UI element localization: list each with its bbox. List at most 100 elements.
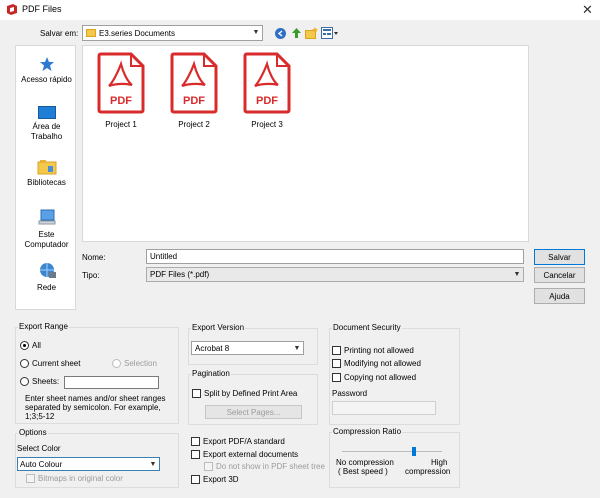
chevron-down-icon: ▼ [513,271,521,278]
file-type-value: PDF Files (*.pdf) [150,270,210,279]
export-version-combo[interactable]: Acrobat 8 ▼ [191,341,304,355]
no-compression-label: No compression [336,458,394,467]
file-type-combo[interactable]: PDF Files (*.pdf) ▼ [146,267,524,282]
new-folder-button[interactable] [305,27,318,39]
views-menu-button[interactable] [321,27,339,39]
select-color-combo[interactable]: Auto Colour ▼ [17,457,160,471]
export-version-value: Acrobat 8 [195,344,230,353]
document-security-group: Document Security Printing not allowed M… [329,323,460,425]
network-icon [39,263,56,278]
radio-selection[interactable] [112,359,121,368]
close-button[interactable]: ✕ [575,0,600,20]
group-title: Pagination [191,369,231,378]
radio-all[interactable] [20,341,29,350]
file-item[interactable]: PDF Project 2 [164,52,224,129]
export-pdfa-checkbox[interactable] [191,437,200,446]
export-external-checkbox[interactable] [191,450,200,459]
group-title: Compression Ratio [332,427,403,436]
file-name-label: Nome: [82,253,106,262]
pdf-file-icon: PDF [170,52,218,114]
pdf-file-icon: PDF [243,52,291,114]
bitmaps-checkbox[interactable] [26,474,35,483]
save-in-label: Salvar em: [40,29,79,38]
compression-slider-track[interactable] [342,451,442,452]
libraries-icon [37,160,56,175]
password-label: Password [332,389,368,398]
group-title: Export Version [191,323,246,332]
select-color-label: Select Color [17,444,61,453]
file-item[interactable]: PDF Project 3 [237,52,297,129]
save-in-value: E3.series Documents [99,29,176,38]
file-name: Project 1 [105,120,137,129]
save-button[interactable]: Salvar [534,249,585,265]
compression-group: Compression Ratio No compression ( Best … [329,427,460,488]
export-3d-checkbox[interactable] [191,475,200,484]
pagination-group: Pagination Split by Defined Print Area S… [188,369,318,425]
export-3d-label: Export 3D [203,475,239,484]
copying-label: Copying not allowed [344,373,417,382]
help-button[interactable]: Ajuda [534,288,585,304]
back-button[interactable] [275,28,286,39]
file-list[interactable]: PDF Project 1 PDF Project 2 PDF Project … [82,45,529,242]
radio-sheets[interactable] [20,377,29,386]
copying-checkbox[interactable] [332,373,341,382]
sheets-input[interactable] [64,376,159,389]
pdf-badge: PDF [256,95,278,107]
sidebar-item-label: Acesso rápido [21,75,72,84]
select-color-value: Auto Colour [20,460,63,469]
compression-slider-thumb[interactable] [412,447,416,456]
export-pdfa-label: Export PDF/A standard [203,437,285,446]
export-range-group: Export Range All Current sheet Selection… [15,322,179,424]
radio-current-sheet[interactable] [20,359,29,368]
chevron-down-icon: ▼ [149,461,157,468]
sidebar-item-label: Área de Trabalho [30,122,63,141]
split-print-area-label: Split by Defined Print Area [204,389,298,398]
up-folder-button[interactable] [291,27,302,39]
modifying-checkbox[interactable] [332,359,341,368]
chevron-down-icon: ▼ [252,29,260,36]
password-input[interactable] [332,401,436,415]
file-name: Project 3 [251,120,283,129]
options-group: Options Select Color Auto Colour ▼ Bitma… [15,428,179,488]
star-icon [39,57,54,71]
pdf-file-icon: PDF [97,52,145,114]
sidebar-item-label: Bibliotecas [27,178,66,187]
cancel-button[interactable]: Cancelar [534,267,585,283]
select-pages-button[interactable]: Select Pages... [205,405,302,419]
do-not-show-checkbox[interactable] [204,462,213,471]
title-bar: PDF Files ✕ [0,0,600,20]
radio-selection-label: Selection [124,359,157,368]
close-icon: ✕ [582,2,593,17]
computer-icon [38,209,55,225]
places-sidebar: Acesso rápido Área de Trabalho Bibliotec… [15,45,76,310]
bitmaps-label: Bitmaps in original color [38,474,123,483]
high-label: High [431,458,448,467]
save-in-combo[interactable]: E3.series Documents ▼ [82,25,263,41]
split-print-area-checkbox[interactable] [192,389,201,398]
back-arrow-icon [277,30,283,37]
group-title: Document Security [332,323,402,332]
radio-all-label: All [32,341,41,350]
sidebar-item-label: Rede [36,283,57,292]
folder-icon [86,29,96,37]
group-title: Options [18,428,48,437]
export-external-label: Export external documents [203,450,299,459]
sidebar-item-this-computer[interactable]: Este Computador [16,209,77,250]
printing-label: Printing not allowed [344,346,414,355]
sidebar-item-quick-access[interactable]: Acesso rápido [16,56,77,85]
window-title: PDF Files [22,4,62,14]
file-name-input[interactable] [146,249,524,264]
group-title: Export Range [18,322,69,331]
sidebar-item-desktop[interactable]: Área de Trabalho [16,106,77,142]
pdf-badge: PDF [110,95,132,107]
file-type-label: Tipo: [82,271,100,280]
file-item[interactable]: PDF Project 1 [91,52,151,129]
desktop-icon [37,106,56,119]
sidebar-item-label: Este Computador [24,230,69,249]
sidebar-item-libraries[interactable]: Bibliotecas [16,159,77,188]
app-icon [7,4,17,15]
best-speed-label: ( Best speed ) [338,467,388,476]
printing-checkbox[interactable] [332,346,341,355]
sheets-hint: Enter sheet names and/or sheet ranges se… [25,394,166,421]
sidebar-item-network[interactable]: Rede [16,262,77,293]
